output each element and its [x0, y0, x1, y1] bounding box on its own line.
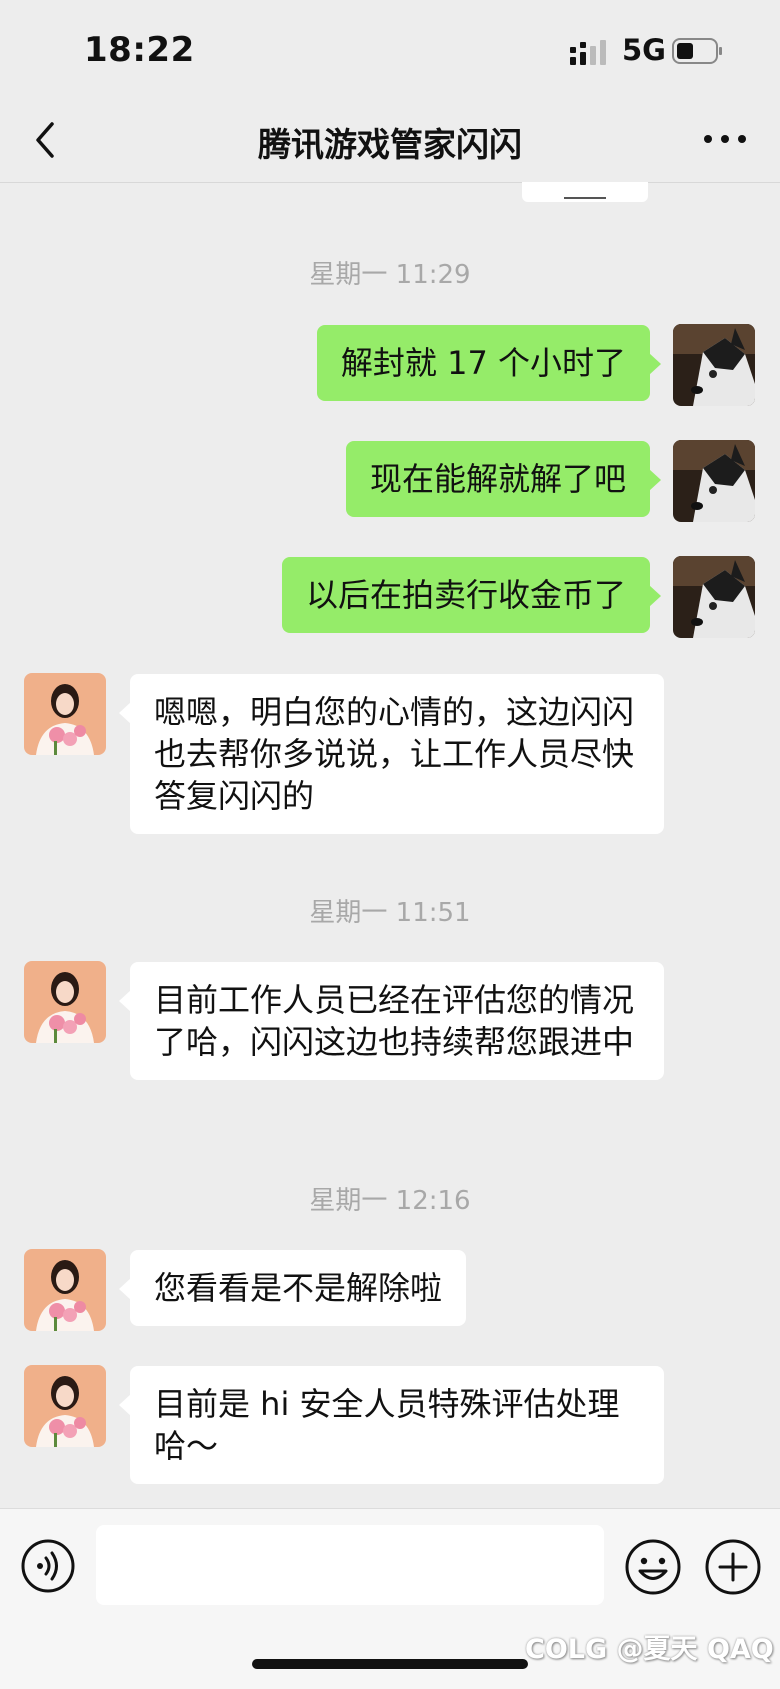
input-bar: COLG @夏天 QAQ: [0, 1508, 780, 1689]
network-type: 5G: [622, 33, 666, 67]
incoming-message[interactable]: 目前是 hi 安全人员特殊评估处理哈～: [119, 1366, 664, 1484]
husky-avatar-image: [673, 556, 755, 638]
outgoing-message[interactable]: 以后在拍卖行收金币了: [281, 557, 662, 633]
contact-avatar-image: [24, 1365, 106, 1447]
emoji-icon[interactable]: [624, 1538, 682, 1596]
plus-icon[interactable]: [704, 1538, 762, 1596]
contact-avatar[interactable]: [24, 673, 106, 755]
contact-avatar[interactable]: [24, 961, 106, 1043]
chat-title: 腾讯游戏管家闪闪: [258, 125, 522, 164]
incoming-message[interactable]: 目前工作人员已经在评估您的情况了哈，闪闪这边也持续帮您跟进中: [119, 962, 664, 1080]
husky-avatar-image: [673, 440, 755, 522]
status-bar: 18:22 5G: [0, 0, 780, 100]
watermark: COLG @夏天 QAQ: [525, 1627, 774, 1666]
contact-avatar[interactable]: [24, 1365, 106, 1447]
voice-icon[interactable]: [20, 1538, 76, 1594]
timestamp: 星期一 12:16: [309, 1186, 471, 1216]
message-input[interactable]: [96, 1525, 604, 1605]
status-time: 18:22: [84, 30, 195, 70]
outgoing-message[interactable]: 解封就 17 个小时了: [316, 325, 662, 401]
outgoing-message[interactable]: 现在能解就解了吧: [345, 441, 662, 517]
signal-icon: [570, 40, 606, 65]
husky-avatar-image: [673, 324, 755, 406]
more-icon[interactable]: [700, 124, 750, 154]
user-avatar[interactable]: [673, 556, 755, 638]
contact-avatar-image: [24, 961, 106, 1043]
contact-avatar-image: [24, 1249, 106, 1331]
user-avatar[interactable]: [673, 440, 755, 522]
contact-avatar[interactable]: [24, 1249, 106, 1331]
previous-card-fragment: [522, 182, 648, 202]
timestamp: 星期一 11:29: [309, 260, 471, 290]
watermark-text: @夏天 QAQ: [616, 1634, 774, 1665]
watermark-logo: COLG: [525, 1634, 608, 1665]
chat-header: 腾讯游戏管家闪闪: [0, 100, 780, 183]
battery-icon: [672, 38, 722, 64]
home-indicator[interactable]: [252, 1659, 528, 1669]
user-avatar[interactable]: [673, 324, 755, 406]
incoming-message[interactable]: 嗯嗯，明白您的心情的，这边闪闪也去帮你多说说，让工作人员尽快答复闪闪的: [119, 674, 664, 834]
incoming-message[interactable]: 您看看是不是解除啦: [118, 1250, 467, 1326]
contact-avatar-image: [24, 673, 106, 755]
timestamp: 星期一 11:51: [309, 898, 471, 928]
